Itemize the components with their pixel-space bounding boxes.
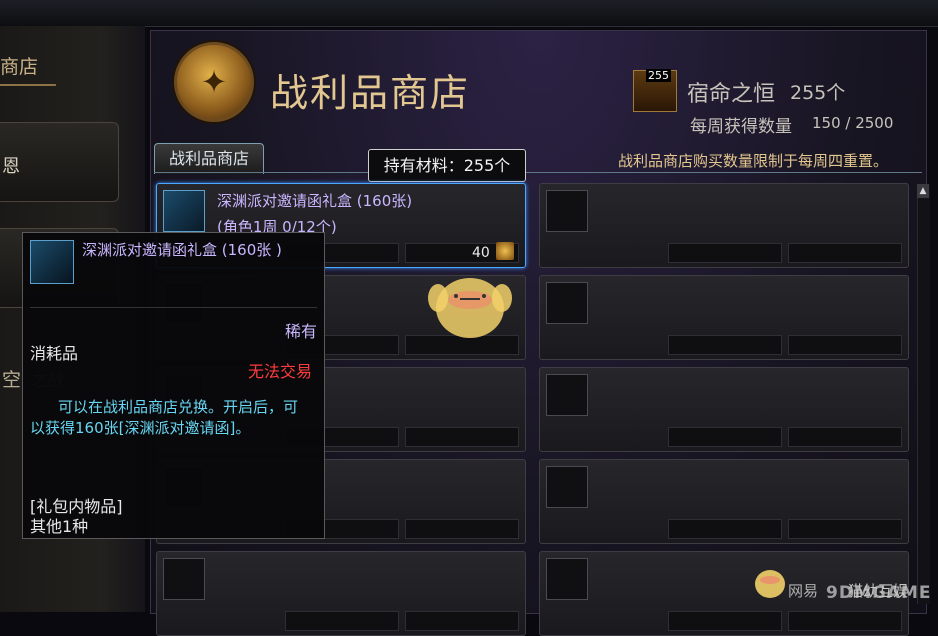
item-price: 40 — [472, 245, 490, 261]
tab-loot-shop[interactable]: 战利品商店 — [154, 143, 264, 174]
treasure-chest-icon: ✦ — [174, 42, 254, 122]
shop-scrollbar[interactable] — [917, 184, 930, 604]
left-panel-ornament — [0, 84, 56, 96]
empty-item-icon — [546, 466, 588, 508]
shop-slot[interactable] — [156, 551, 526, 636]
currency-amount: 255个 — [790, 82, 846, 104]
watermark-text-1: 网易 — [788, 582, 819, 600]
weekly-reset-notice: 战利品商店购买数量限制于每周四重置。 — [618, 152, 889, 170]
item-name: 深渊派对邀请函礼盒 (160张) — [217, 192, 413, 210]
tooltip-contents-item: 其他1种 — [30, 517, 89, 536]
left-panel-title: 商店 — [0, 56, 39, 78]
empty-item-icon — [546, 558, 588, 600]
gift-box-icon — [30, 240, 74, 284]
tooltip-divider — [30, 307, 317, 308]
weekly-obtain-value: 150 / 2500 — [812, 114, 894, 132]
shop-slot[interactable] — [539, 367, 909, 452]
shop-slot[interactable] — [539, 459, 909, 544]
watermark-text-3: 猫幼互娱 — [848, 582, 909, 600]
empty-item-icon — [163, 558, 205, 600]
empty-item-icon — [546, 282, 588, 324]
mascot-watermark-icon — [428, 278, 512, 338]
watermark-mascot-icon — [755, 570, 785, 598]
empty-item-icon — [546, 374, 588, 416]
tooltip-description: 可以在战利品商店兑换。开启后，可以获得160张[深渊派对邀请函]。 — [30, 398, 299, 437]
tooltip-item-type: 消耗品 — [30, 344, 79, 363]
weekly-obtain-label: 每周获得数量 — [690, 117, 792, 137]
currency-icon-count: 255 — [646, 69, 671, 82]
shop-slot[interactable] — [539, 183, 909, 268]
shop-title: 战利品商店 — [270, 71, 471, 115]
left-menu-button-1-label: 恩 — [2, 156, 20, 177]
currency-price-icon — [496, 242, 514, 260]
held-materials-badge: 持有材料：255个 — [368, 149, 526, 182]
tooltip-rarity: 稀有 — [285, 322, 318, 341]
left-menu-label-3: 空 — [2, 369, 22, 391]
tab-divider — [154, 172, 922, 173]
window-top-bar — [0, 0, 938, 27]
gift-box-icon — [163, 190, 205, 232]
scroll-up-arrow-icon[interactable]: ▲ — [917, 184, 929, 198]
shop-slot[interactable] — [539, 275, 909, 360]
currency-name: 宿命之恒 — [687, 82, 776, 107]
tooltip-trade-status: 无法交易 — [248, 362, 313, 381]
empty-item-icon — [546, 190, 588, 232]
tooltip-item-name: 深渊派对邀请函礼盒 (160张 ) — [82, 241, 282, 259]
